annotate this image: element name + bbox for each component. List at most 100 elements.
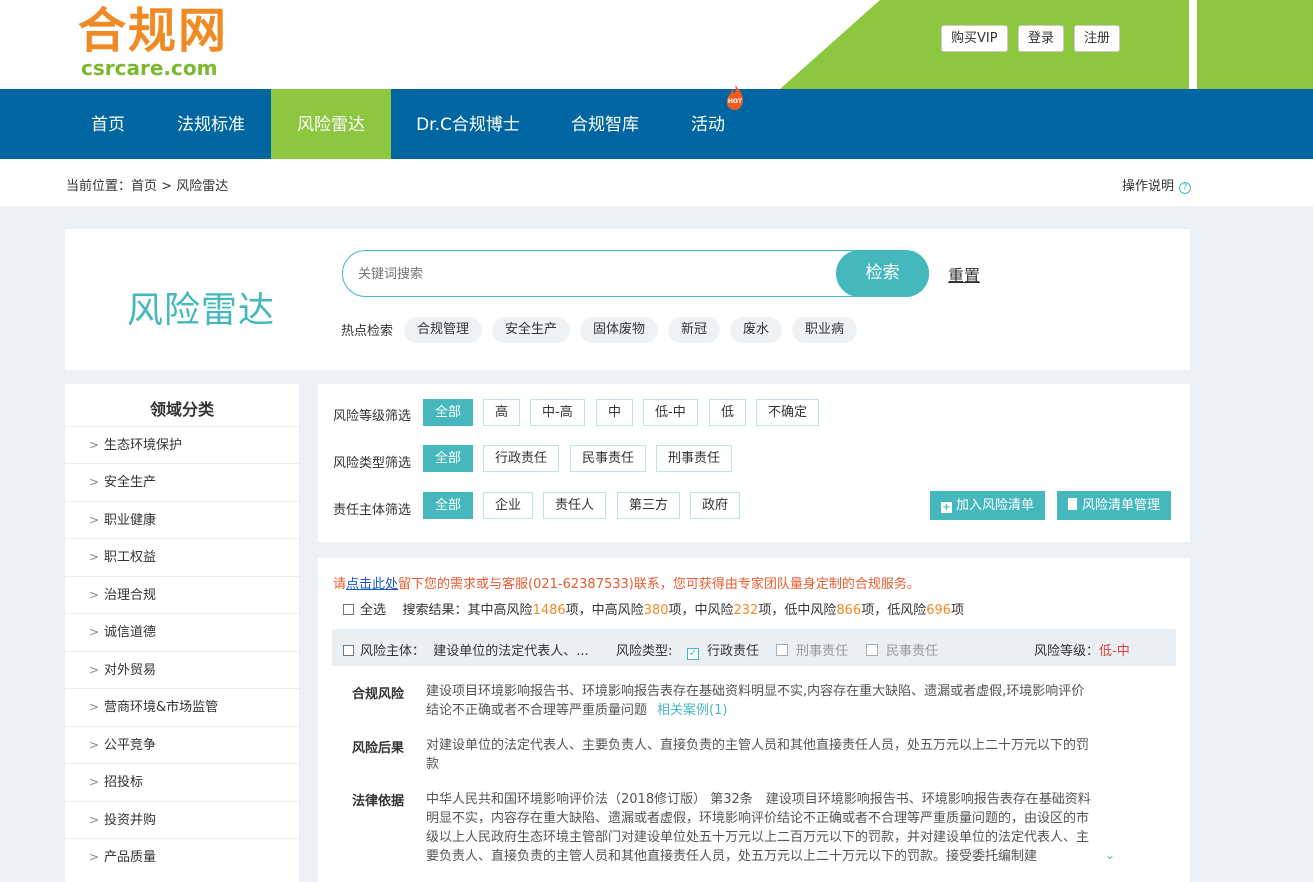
chevron-right-icon: > [89,588,100,602]
level-filter-mid[interactable]: 中 [596,399,634,426]
sidebar-item[interactable]: > 生态环境保护 [65,426,299,463]
logo-cn: 合规网 [78,3,229,59]
select-all-label: 全选 [360,603,387,618]
sidebar-item[interactable]: > 公平竞争 [65,726,299,763]
sidebar-item[interactable]: > 招投标 [65,763,299,800]
hot-tag[interactable]: 固体废物 [580,317,659,343]
sidebar-item[interactable]: > 营商环境&市场监管 [65,688,299,725]
notice-post: 留下您的需求或与客服(021-62387533)联系，您可获得由专家团队量身定制… [398,577,920,592]
sidebar-item-label: 招投标 [104,775,144,790]
summary-text: 项，低中风险 [758,603,837,618]
type-filter-civil[interactable]: 民事责任 [570,445,647,472]
count-mid: 232 [733,603,759,618]
compliance-risk-body: 建设项目环境影响报告书、环境影响报告表存在基础资料明显不实,内容存在重大缺陷、遗… [426,684,1085,718]
help-label: 操作说明 [1121,179,1174,194]
risk-level: 风险等级：低-中 [1034,640,1130,659]
risk-list-manage-button[interactable]: 风险清单管理 [1057,491,1172,520]
notice-pre: 请 [333,577,347,592]
nav-item-risk-radar[interactable]: 风险雷达 [271,89,391,159]
sidebar-item[interactable]: > 投资并购 [65,801,299,838]
sidebar-item[interactable]: > 职工权益 [65,538,299,575]
subject-filter-government[interactable]: 政府 [690,492,741,519]
expand-chevron-icon[interactable]: ⌄ [1105,848,1115,862]
subject-filter-all[interactable]: 全部 [423,492,474,519]
sidebar-item[interactable]: > 诚信道德 [65,613,299,650]
chevron-right-icon: > [89,625,100,639]
breadcrumb-prefix: 当前位置： [66,179,132,194]
sidebar-item[interactable]: > 安全生产 [65,463,299,500]
breadcrumb-bar: 当前位置：首页 > 风险雷达 操作说明? [0,159,1313,206]
filter-panel: 风险等级筛选 全部 高 中-高 中 低-中 低 不确定 风险类型筛选 全部 行政… [318,384,1190,542]
notice-link[interactable]: 点击此处 [346,577,398,592]
summary-prefix: 搜索结果：其中高风险 [402,603,533,618]
level-filter-mid-high[interactable]: 中-高 [530,399,585,426]
type-filter-criminal[interactable]: 刑事责任 [656,445,733,472]
hot-tag[interactable]: 新冠 [668,317,721,343]
sidebar-item[interactable]: > 产品质量 [65,838,299,875]
level-filter-low[interactable]: 低 [709,399,747,426]
search-input[interactable] [358,263,828,285]
site-logo[interactable]: 合规网 csrcare.com [78,2,228,78]
hot-tag[interactable]: 废水 [730,317,783,343]
consequence-text: 对建设单位的法定代表人、主要负责人、直接负责的主管人员和其他直接责任人员，处五万… [426,738,1090,772]
breadcrumb-home[interactable]: 首页 [131,179,157,194]
risk-level-value: 低-中 [1099,644,1130,659]
header-green-block [1197,0,1313,89]
summary-text: 项 [951,603,965,618]
sidebar-item-label: 职业健康 [104,513,157,528]
sidebar-item-label: 对外贸易 [104,663,157,678]
chevron-right-icon: > [89,775,100,789]
legal-basis-label: 法律依据 [352,794,405,809]
level-filter-low-mid[interactable]: 低-中 [643,399,698,426]
buy-vip-button[interactable]: 购买VIP [941,25,1008,52]
checkbox-empty-icon [866,644,878,656]
type-civil[interactable]: 民事责任 [866,640,938,659]
chevron-right-icon: > [89,700,100,714]
chevron-right-icon: > [89,438,100,452]
hot-tag[interactable]: 合规管理 [404,317,483,343]
sidebar-item-label: 产品质量 [104,850,157,865]
sidebar-item[interactable]: > 对外贸易 [65,651,299,688]
count-high-mid: 380 [643,603,669,618]
checkbox-checked-icon: ✓ [687,648,699,660]
level-filter-uncertain[interactable]: 不确定 [756,399,820,426]
subject-filter-enterprise[interactable]: 企业 [483,492,534,519]
type-admin-label: 行政责任 [707,644,760,659]
nav-item-home[interactable]: 首页 [72,89,144,159]
sidebar-item-label: 诚信道德 [104,625,157,640]
type-filter-admin[interactable]: 行政责任 [483,445,560,472]
chevron-right-icon: > [89,513,100,527]
hot-tag[interactable]: 安全生产 [492,317,571,343]
header-white-stripe [1189,0,1197,89]
register-button[interactable]: 注册 [1074,25,1121,52]
nav-item-drc[interactable]: Dr.C合规博士 [406,89,530,159]
top-bar: 合规网 csrcare.com 购买VIP 登录 注册 [0,0,1313,89]
level-filter-all[interactable]: 全部 [423,399,474,426]
result-type-label: 风险类型: [616,644,673,659]
nav-item-regulations[interactable]: 法规标准 [160,89,262,159]
item-checkbox[interactable] [343,645,354,656]
help-link[interactable]: 操作说明? [1122,175,1191,194]
sidebar-item[interactable]: > 治理合规 [65,576,299,613]
login-button[interactable]: 登录 [1018,25,1065,52]
compliance-risk-text: 建设项目环境影响报告书、环境影响报告表存在基础资料明显不实,内容存在重大缺陷、遗… [426,682,1091,720]
nav-item-think-tank[interactable]: 合规智库 [554,89,656,159]
search-button[interactable]: 检索 [836,250,929,297]
consequence-label: 风险后果 [352,741,405,756]
result-subject: 风险主体： 建设单位的法定代表人、... [343,640,589,659]
related-cases-link[interactable]: 相关案例(1) [657,703,727,718]
sidebar-item[interactable]: > 职业健康 [65,501,299,538]
subject-filter-third-party[interactable]: 第三方 [617,492,681,519]
legal-basis-text: 中华人民共和国环境影响评价法（2018修订版） 第32条 建设项目环境影响报告书… [426,792,1091,864]
reset-button[interactable]: 重置 [948,262,980,286]
subject-filter-responsible-person[interactable]: 责任人 [543,492,607,519]
add-risk-list-button[interactable]: + 加入风险清单 [930,491,1046,520]
search-panel: 风险雷达 检索 重置 热点检索 合规管理 安全生产 固体废物 新冠 废水 职业病 [65,229,1190,370]
hot-tag[interactable]: 职业病 [792,317,858,343]
select-all-checkbox[interactable] [343,604,354,615]
type-admin[interactable]: ✓ 行政责任 [687,640,759,660]
level-filter-high[interactable]: 高 [483,399,521,426]
type-filter-all[interactable]: 全部 [423,445,474,472]
type-criminal[interactable]: 刑事责任 [776,640,848,659]
breadcrumb: 当前位置：首页 > 风险雷达 [66,175,228,194]
